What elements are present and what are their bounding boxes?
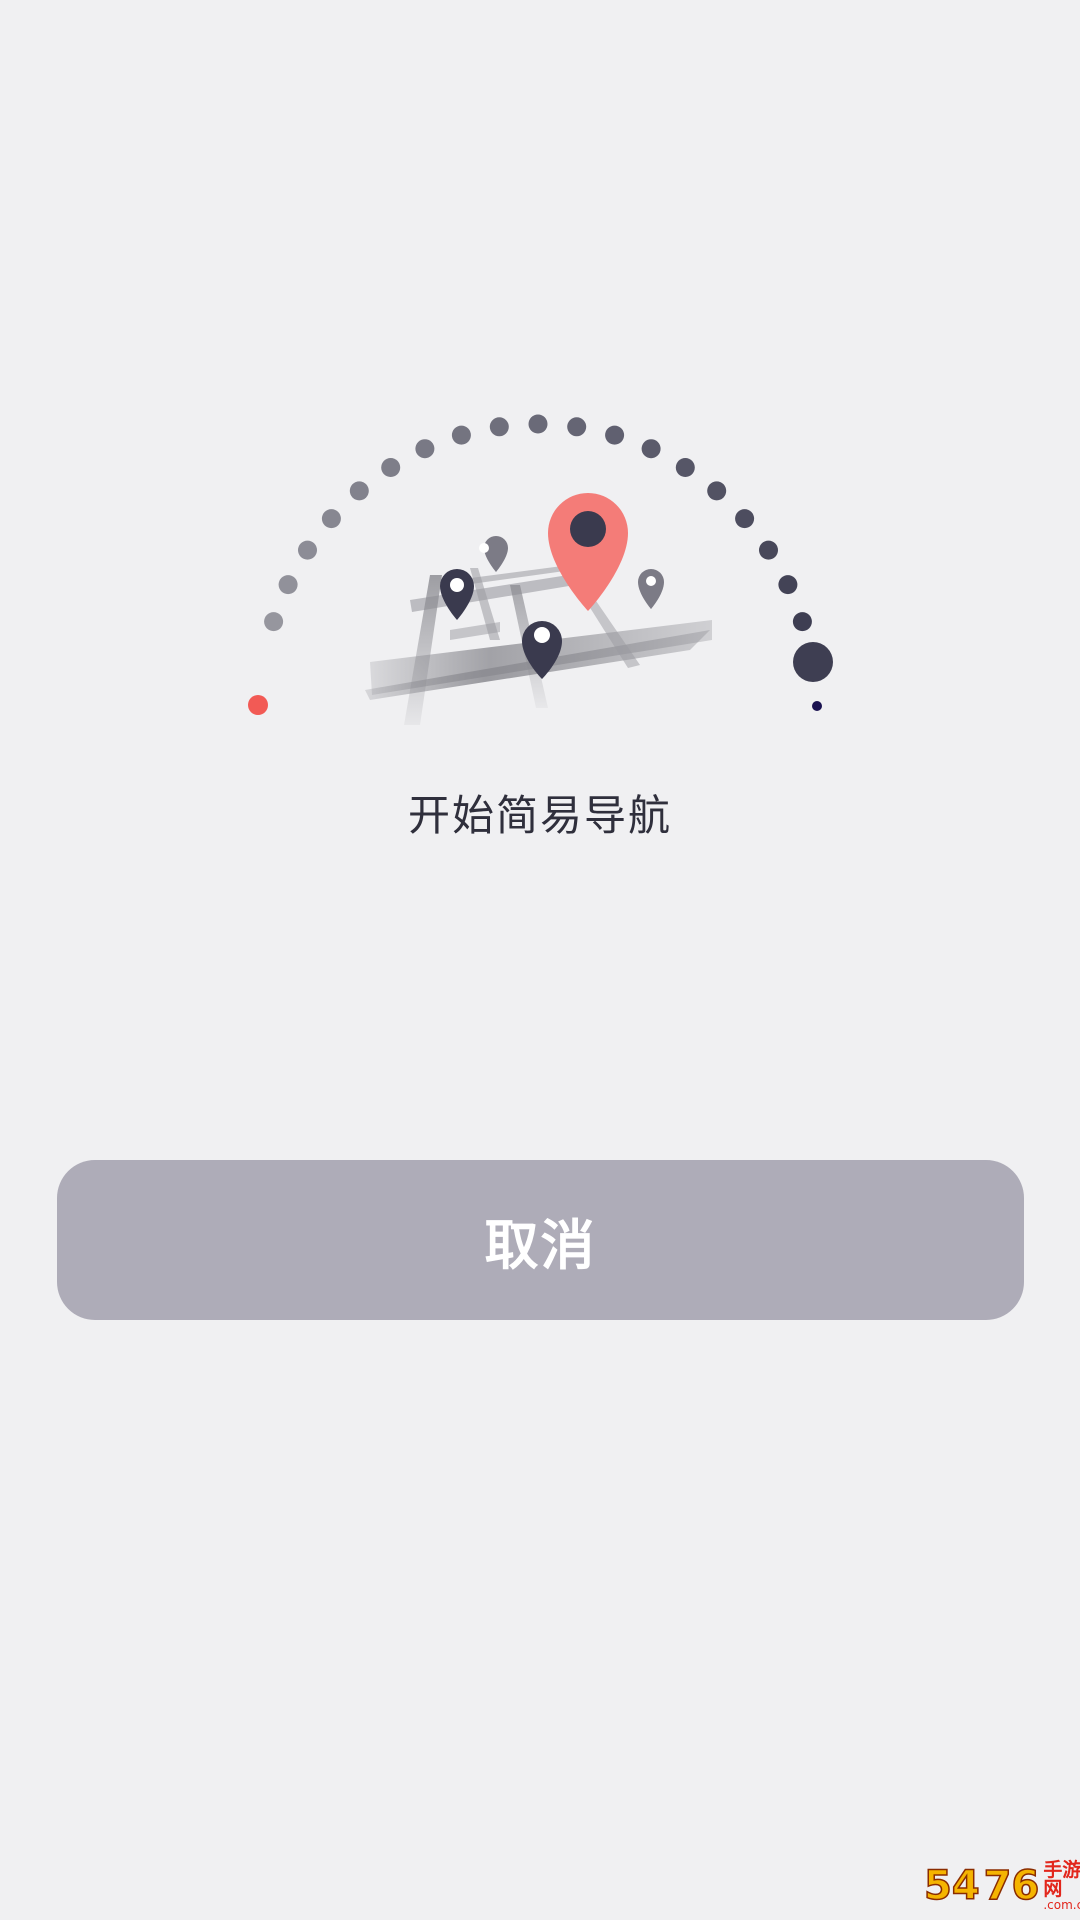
arc-dot	[415, 439, 435, 459]
watermark-name: 手游网	[1043, 1859, 1080, 1900]
arc-dot	[792, 612, 812, 632]
cancel-button[interactable]: 取消	[57, 1160, 1024, 1320]
cancel-button-label: 取消	[484, 1213, 597, 1277]
arc-dot	[675, 458, 695, 477]
arc-dot	[451, 425, 471, 445]
arc-dot	[528, 414, 548, 434]
watermark-text: 手游网 .com.cn	[1043, 1859, 1080, 1912]
arc-dot	[641, 439, 661, 459]
end-dot	[812, 701, 822, 711]
page-title: 开始简易导航	[407, 791, 672, 840]
start-dot	[248, 695, 268, 715]
progress-arc-dots	[264, 414, 812, 632]
navigation-illustration	[248, 414, 833, 725]
navigation-start-screen: 开始简易导航 取消 54 76 手游网 .com.cn	[0, 0, 1080, 1920]
arc-dot	[605, 425, 625, 445]
arc-dot	[381, 458, 401, 477]
watermark-number-tail: 76	[983, 1863, 1040, 1909]
arc-dot	[707, 481, 727, 501]
arc-dot	[264, 612, 284, 632]
watermark-number: 54	[923, 1863, 980, 1909]
arc-dot	[298, 540, 317, 560]
arc-dot	[567, 417, 587, 437]
arc-dot	[321, 509, 341, 529]
arc-dot	[349, 481, 369, 501]
arc-dot	[735, 509, 755, 529]
current-progress-dot	[793, 642, 833, 682]
watermark-domain: .com.cn	[1043, 1898, 1080, 1912]
watermark-logo: 54 76 手游网 .com.cn	[923, 1856, 1080, 1916]
arc-dot	[759, 540, 778, 560]
arc-dot	[489, 417, 509, 437]
arc-dot	[278, 575, 298, 595]
destination-pin-icon	[548, 493, 628, 611]
arc-dot	[778, 575, 798, 595]
